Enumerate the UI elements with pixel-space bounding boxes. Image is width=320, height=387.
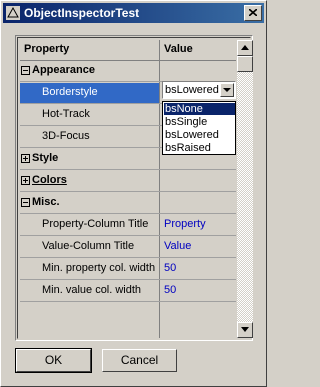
collapse-icon[interactable] (21, 198, 30, 207)
combo-value: bsLowered (165, 84, 219, 96)
property-label: 3D-Focus (42, 130, 90, 142)
property-cell[interactable]: Min. value col. width (20, 281, 159, 301)
property-column-header[interactable]: Property (24, 43, 69, 55)
property-cell[interactable]: Property-Column Title (20, 215, 159, 235)
collapse-icon[interactable] (21, 66, 30, 75)
property-label: Misc. (32, 196, 60, 208)
dropdown-option[interactable]: bsLowered (164, 129, 235, 141)
value-cell[interactable] (160, 61, 236, 81)
main-window: ObjectInspectorTest Property Value Appea… (0, 0, 267, 387)
close-button[interactable] (244, 5, 262, 21)
property-value: Value (164, 240, 192, 252)
property-label: Hot-Track (42, 108, 90, 120)
property-label: Appearance (32, 64, 95, 76)
dropdown-option[interactable]: bsRaised (164, 142, 235, 154)
property-value: 50 (164, 262, 177, 274)
cancel-button[interactable]: Cancel (102, 349, 177, 372)
category-row[interactable]: Misc. (20, 193, 236, 214)
app-icon (6, 6, 20, 20)
scroll-up-button[interactable] (237, 40, 253, 56)
property-cell[interactable]: Misc. (20, 193, 159, 213)
value-cell[interactable] (160, 171, 236, 191)
borderstyle-combo[interactable]: bsLowered (162, 81, 236, 99)
category-row[interactable]: Colors (20, 171, 236, 192)
close-icon (249, 9, 257, 16)
vertical-scrollbar[interactable] (237, 40, 253, 338)
dropdown-option[interactable]: bsSingle (164, 116, 235, 128)
property-cell[interactable]: Colors (20, 171, 159, 191)
property-cell[interactable]: Min. property col. width (20, 259, 159, 279)
value-cell[interactable]: Value (160, 237, 236, 257)
value-column-header[interactable]: Value (164, 43, 193, 55)
arrow-up-icon (241, 45, 249, 50)
property-label: Value-Column Title (42, 240, 135, 252)
property-row[interactable]: Min. property col. width 50 (20, 259, 236, 280)
property-label: Min. value col. width (42, 284, 142, 296)
dropdown-option[interactable]: bsNone (164, 103, 235, 115)
expand-icon[interactable] (21, 154, 30, 163)
property-label: Borderstyle (42, 86, 98, 98)
arrow-down-icon (241, 327, 249, 332)
title-bar[interactable]: ObjectInspectorTest (3, 3, 264, 23)
property-row[interactable]: Min. value col. width 50 (20, 281, 236, 302)
value-cell[interactable]: 50 (160, 281, 236, 301)
scroll-down-button[interactable] (237, 322, 253, 338)
borderstyle-dropdown-list: bsNone bsSingle bsLowered bsRaised (162, 101, 236, 155)
property-cell[interactable]: Appearance (20, 61, 159, 81)
property-label: Property-Column Title (42, 218, 149, 230)
property-row[interactable]: Value-Column Title Value (20, 237, 236, 258)
chevron-down-icon (223, 88, 231, 92)
value-cell[interactable] (160, 193, 236, 213)
scroll-thumb[interactable] (237, 56, 253, 72)
property-cell[interactable]: Borderstyle (20, 83, 159, 103)
value-cell[interactable]: 50 (160, 259, 236, 279)
category-row[interactable]: Appearance (20, 61, 236, 82)
combo-dropdown-button[interactable] (220, 83, 234, 97)
window-title: ObjectInspectorTest (24, 6, 140, 20)
ok-button[interactable]: OK (15, 348, 92, 373)
property-value: 50 (164, 284, 177, 296)
property-label: Colors (32, 174, 67, 186)
property-cell[interactable]: Hot-Track (20, 105, 159, 125)
property-cell[interactable]: 3D-Focus (20, 127, 159, 147)
expand-icon[interactable] (21, 176, 30, 185)
property-label: Min. property col. width (42, 262, 156, 274)
property-cell[interactable]: Value-Column Title (20, 237, 159, 257)
property-label: Style (32, 152, 59, 164)
property-cell[interactable]: Style (20, 149, 159, 169)
grid-header: Property Value (20, 40, 236, 61)
property-value: Property (164, 218, 206, 230)
value-cell[interactable]: Property (160, 215, 236, 235)
property-row[interactable]: Property-Column Title Property (20, 215, 236, 236)
